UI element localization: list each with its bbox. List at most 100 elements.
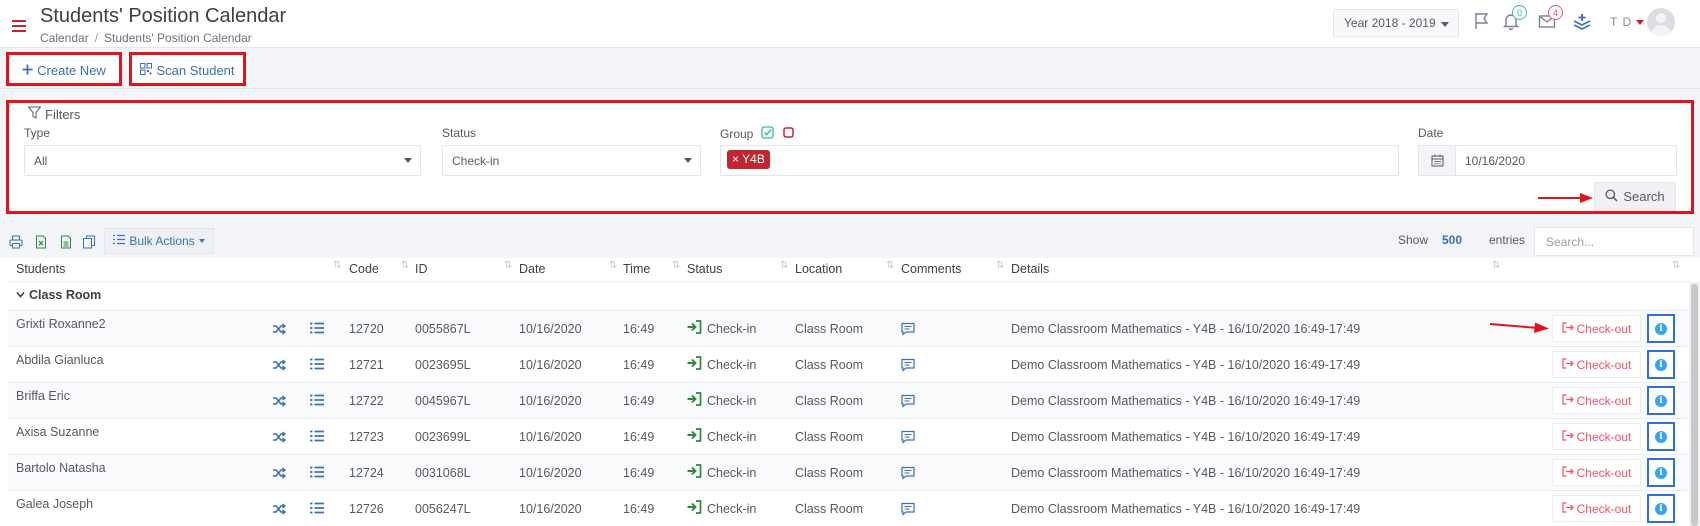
student-id: 0056247L [415, 502, 471, 516]
table-row[interactable]: Axisa Suzanne 12723 0023699L 10/16/2020 16:4… [8, 418, 1690, 454]
status-cell: Check-in [687, 428, 756, 445]
column-header-code[interactable]: Code [349, 262, 379, 276]
student-code: 12720 [349, 322, 384, 336]
sort-icon[interactable]: ⇅ [780, 260, 788, 271]
remove-tag-icon[interactable]: × [732, 152, 739, 166]
sort-icon[interactable]: ⇅ [672, 260, 680, 271]
sign-out-icon [1562, 465, 1574, 480]
plus-icon [22, 63, 33, 78]
column-header-time[interactable]: Time [623, 262, 650, 276]
calendar-icon[interactable] [1418, 145, 1456, 176]
print-icon[interactable] [9, 235, 23, 249]
check-out-button[interactable]: Check-out [1552, 459, 1641, 486]
comment-icon[interactable] [901, 358, 915, 372]
group-row-toggle[interactable]: Class Room [16, 288, 101, 302]
column-header-date[interactable]: Date [519, 262, 545, 276]
table-row[interactable]: Grixti Roxanne2 12720 0055867L 10/16/2020 16… [8, 310, 1690, 346]
comment-icon[interactable] [901, 502, 915, 516]
group-multiselect[interactable] [720, 145, 1399, 176]
list-icon[interactable] [310, 358, 324, 372]
table-row[interactable]: Briffa Eric 12722 0045967L 10/16/2020 16:49 C… [8, 382, 1690, 418]
sort-icon[interactable]: ⇅ [609, 260, 617, 271]
list-icon[interactable] [310, 394, 324, 408]
student-name[interactable]: Grixti Roxanne2 [16, 317, 106, 331]
user-initials[interactable]: T D [1610, 15, 1632, 29]
shuffle-icon[interactable] [272, 322, 287, 336]
sort-icon[interactable]: ⇅ [1492, 260, 1500, 271]
column-header-details[interactable]: Details [1011, 262, 1049, 276]
shuffle-icon[interactable] [272, 466, 287, 480]
group-tag[interactable]: × Y4B [727, 150, 770, 169]
shuffle-icon[interactable] [272, 430, 287, 444]
list-icon[interactable] [310, 502, 324, 516]
table-row[interactable]: Bartolo Natasha 12724 0031068L 10/16/2020 16… [8, 454, 1690, 490]
sort-icon[interactable]: ⇅ [886, 260, 894, 271]
comment-icon[interactable] [901, 394, 915, 408]
year-select[interactable]: Year 2018 - 2019 [1333, 9, 1459, 37]
flag-icon[interactable] [1472, 11, 1494, 33]
check-out-button[interactable]: Check-out [1552, 495, 1641, 522]
list-icon[interactable] [310, 322, 324, 336]
column-header-students[interactable]: Students [16, 262, 65, 276]
info-button[interactable]: i [1647, 458, 1675, 487]
column-header-status[interactable]: Status [687, 262, 722, 276]
student-name[interactable]: Axisa Suzanne [16, 425, 99, 439]
info-button[interactable]: i [1647, 494, 1675, 523]
info-button[interactable]: i [1647, 386, 1675, 415]
list-icon[interactable] [310, 430, 324, 444]
select-all-check-icon[interactable] [761, 126, 775, 142]
comment-icon[interactable] [901, 322, 915, 336]
column-header-comments[interactable]: Comments [901, 262, 961, 276]
entry-date: 10/16/2020 [519, 466, 582, 480]
search-button[interactable]: Search [1594, 182, 1676, 211]
copy-icon[interactable] [82, 235, 96, 249]
check-out-button[interactable]: Check-out [1552, 351, 1641, 378]
check-out-button[interactable]: Check-out [1552, 315, 1641, 342]
bell-icon[interactable]: 0 [1501, 5, 1527, 33]
comment-icon[interactable] [901, 466, 915, 480]
header-divider [8, 281, 1690, 282]
check-out-button[interactable]: Check-out [1552, 387, 1641, 414]
shuffle-icon[interactable] [272, 394, 287, 408]
csv-export-icon[interactable] [59, 235, 73, 249]
avatar[interactable] [1647, 8, 1675, 36]
table-row[interactable]: Galea Joseph 12726 0056247L 10/16/2020 16:49… [8, 490, 1690, 526]
student-name[interactable]: Briffa Eric [16, 389, 70, 403]
status-select[interactable]: Check-in [442, 145, 701, 176]
info-button[interactable]: i [1647, 350, 1675, 379]
list-icon[interactable] [310, 466, 324, 480]
comment-icon[interactable] [901, 430, 915, 444]
user-menu-caret-icon[interactable] [1636, 20, 1644, 25]
sort-icon[interactable]: ⇅ [333, 260, 341, 271]
breadcrumb-item-calendar[interactable]: Calendar [40, 31, 89, 45]
hamburger-menu-icon[interactable] [12, 20, 26, 32]
deselect-all-square-icon[interactable] [782, 126, 795, 142]
column-header-id[interactable]: ID [415, 262, 428, 276]
table-search-input[interactable] [1534, 227, 1694, 256]
envelope-icon[interactable]: 4 [1537, 5, 1563, 33]
breadcrumb-item-current[interactable]: Students' Position Calendar [104, 31, 252, 45]
student-name[interactable]: Galea Joseph [16, 497, 93, 511]
sort-icon[interactable]: ⇅ [996, 260, 1004, 271]
student-name[interactable]: Abdila Gianluca [16, 353, 104, 367]
date-input[interactable]: 10/16/2020 [1455, 145, 1677, 176]
info-button[interactable]: i [1647, 314, 1675, 343]
sort-icon[interactable]: ⇅ [1672, 260, 1680, 271]
column-header-location[interactable]: Location [795, 262, 842, 276]
check-out-button[interactable]: Check-out [1552, 423, 1641, 450]
type-select[interactable]: All [24, 145, 421, 176]
shuffle-icon[interactable] [272, 358, 287, 372]
student-name[interactable]: Bartolo Natasha [16, 461, 106, 475]
sort-icon[interactable]: ⇅ [401, 260, 409, 271]
create-new-button[interactable]: Create New [6, 52, 122, 86]
table-scrollbar-thumb[interactable] [1691, 284, 1698, 526]
info-button[interactable]: i [1647, 422, 1675, 451]
page-length-select[interactable]: 500 [1442, 233, 1462, 247]
layers-plus-icon[interactable] [1572, 11, 1594, 33]
excel-export-icon[interactable] [34, 235, 48, 249]
table-row[interactable]: Abdila Gianluca 12721 0023695L 10/16/2020 16… [8, 346, 1690, 382]
shuffle-icon[interactable] [272, 502, 287, 516]
sort-icon[interactable]: ⇅ [504, 260, 512, 271]
bulk-actions-button[interactable]: Bulk Actions [104, 228, 214, 254]
scan-student-button[interactable]: Scan Student [129, 52, 246, 86]
